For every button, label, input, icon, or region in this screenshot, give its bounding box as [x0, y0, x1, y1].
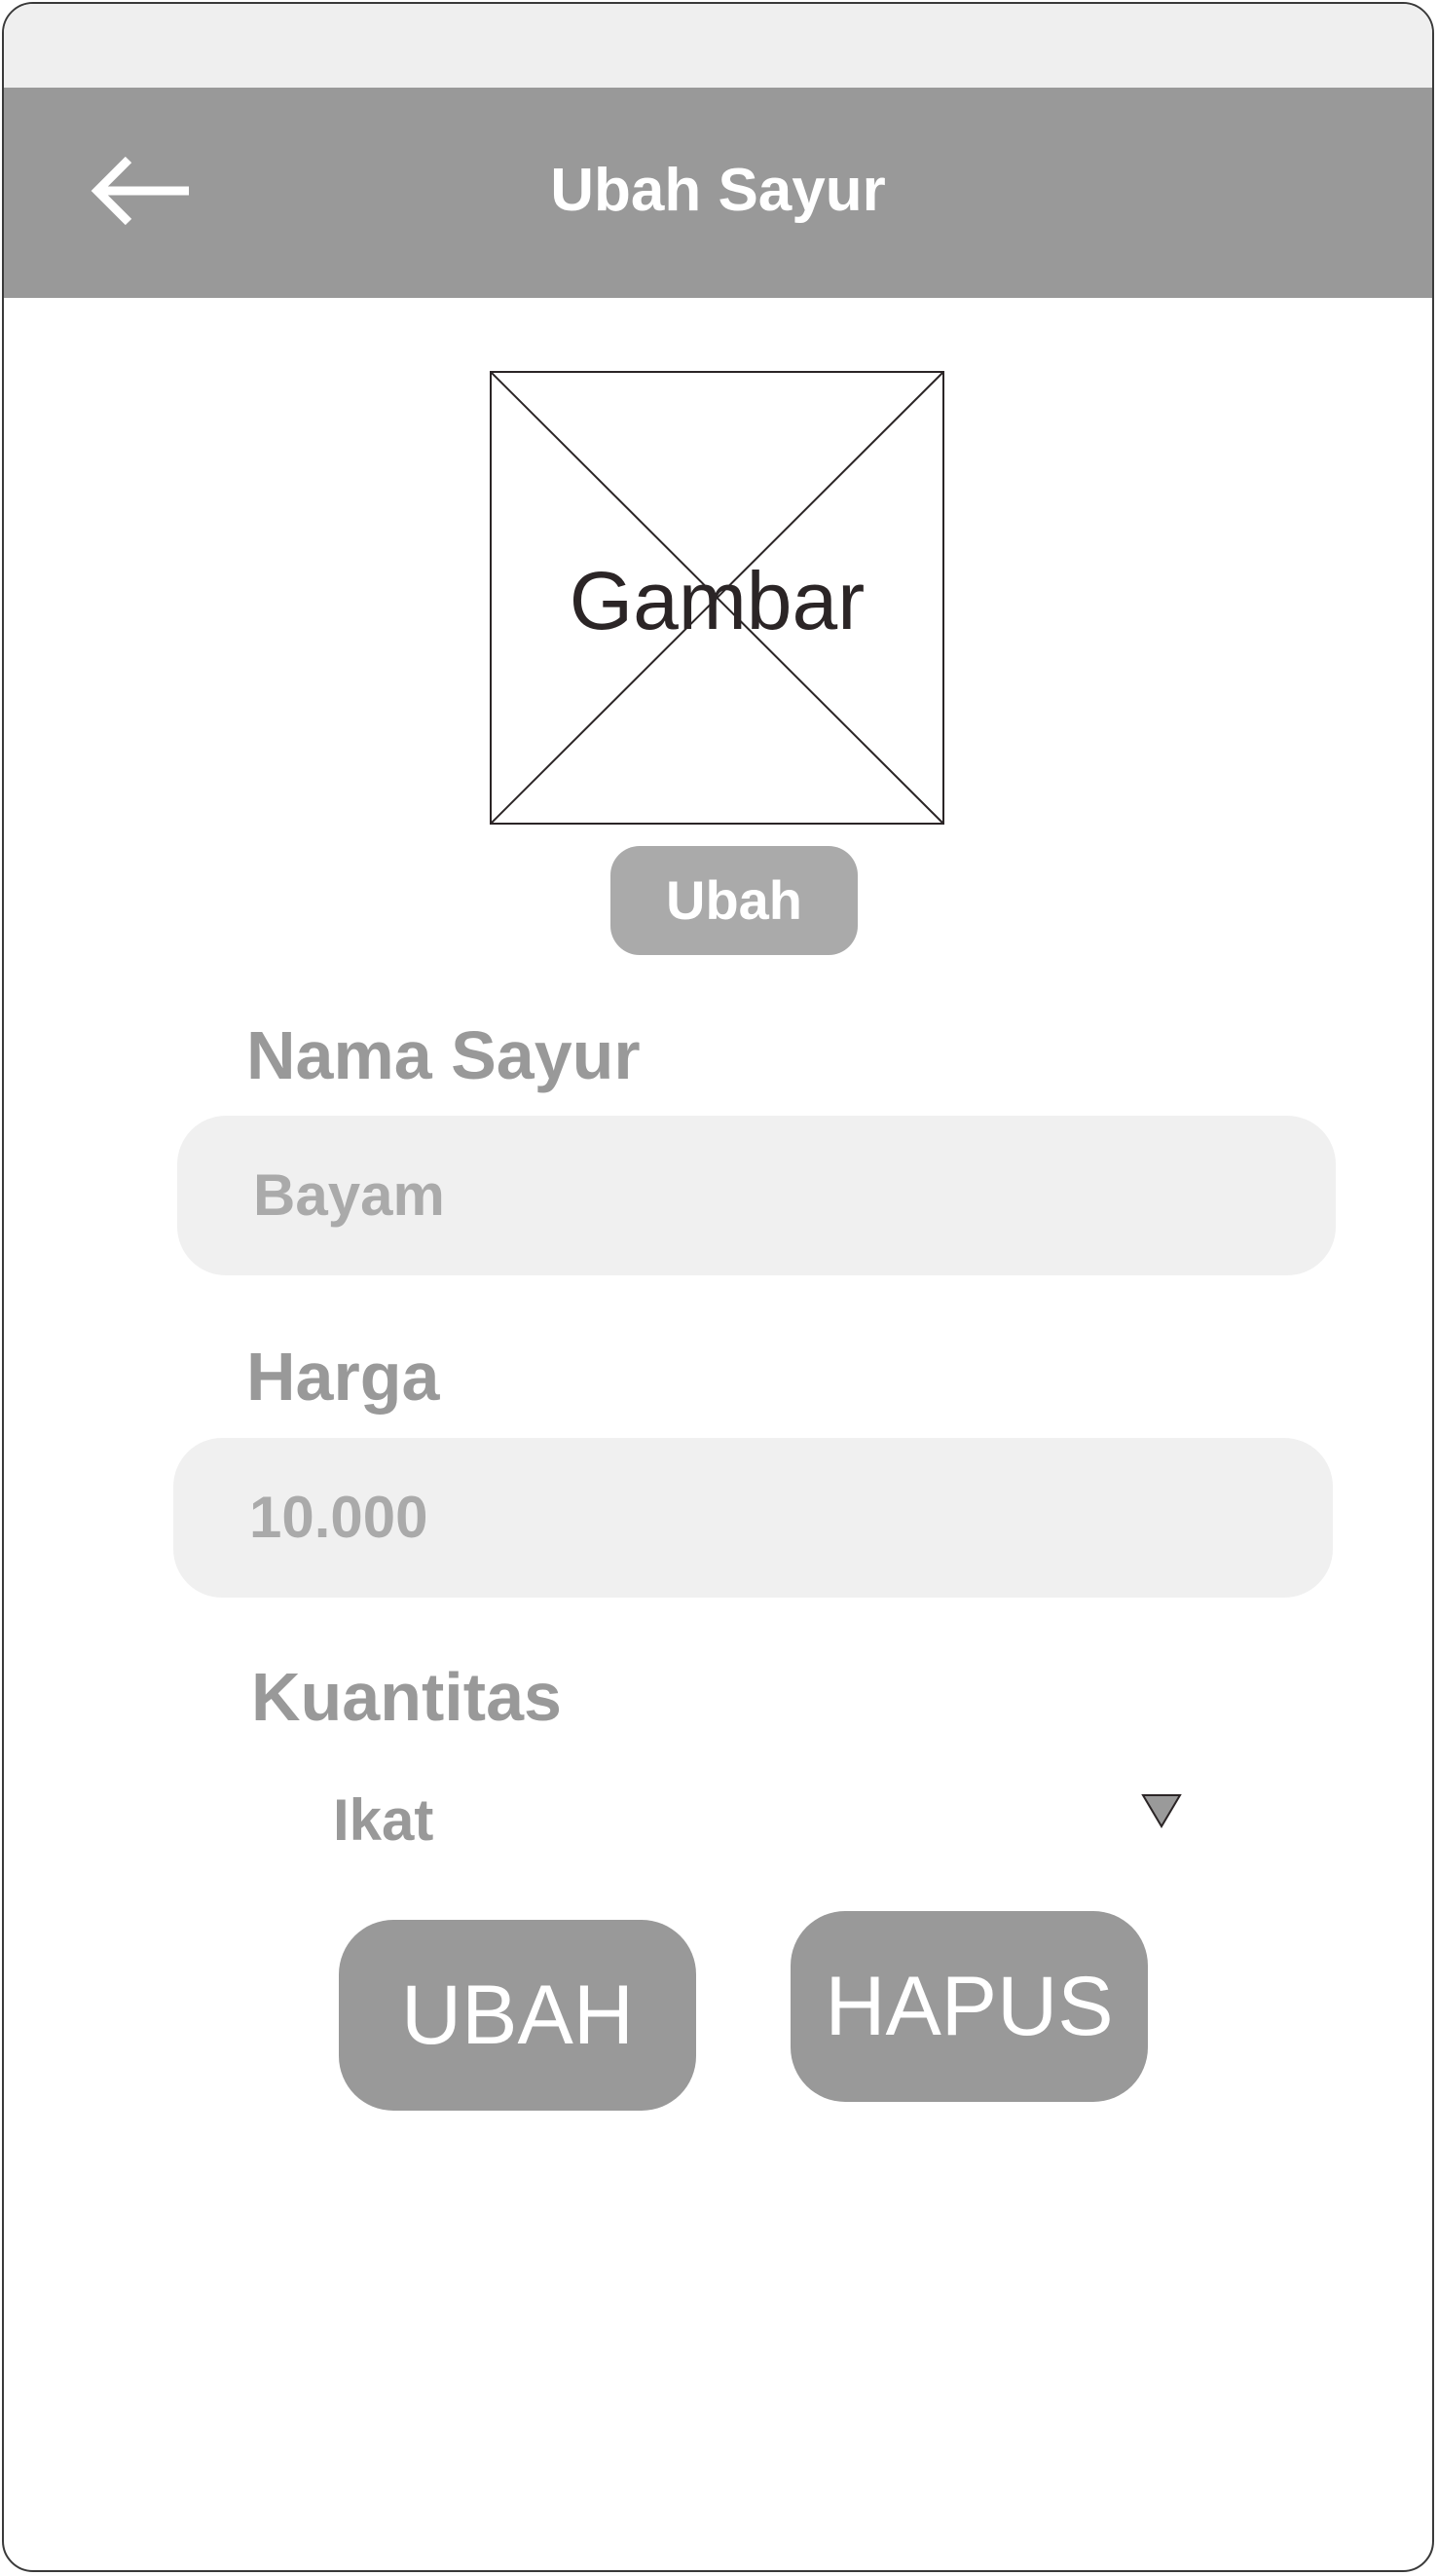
update-button[interactable]: UBAH — [339, 1920, 696, 2111]
phone-frame: Ubah Sayur Gambar Ubah Nama Sayur Bayam … — [2, 2, 1434, 2572]
page-title: Ubah Sayur — [550, 157, 886, 224]
image-placeholder-label: Gambar — [569, 555, 866, 646]
price-label: Harga — [246, 1339, 440, 1415]
triangle-down-icon — [1141, 1794, 1182, 1828]
change-image-button[interactable]: Ubah — [610, 846, 858, 955]
quantity-selected-value: Ikat — [333, 1787, 434, 1853]
name-value: Bayam — [253, 1162, 445, 1228]
status-bar — [4, 4, 1432, 88]
image-placeholder: Gambar — [490, 371, 944, 825]
price-value: 10.000 — [249, 1485, 428, 1550]
name-field[interactable]: Bayam — [177, 1116, 1336, 1275]
price-field[interactable]: 10.000 — [173, 1438, 1333, 1598]
quantity-label: Kuantitas — [251, 1659, 562, 1735]
delete-button[interactable]: HAPUS — [791, 1911, 1148, 2102]
name-label: Nama Sayur — [246, 1017, 641, 1093]
app-bar: Ubah Sayur — [4, 88, 1432, 298]
